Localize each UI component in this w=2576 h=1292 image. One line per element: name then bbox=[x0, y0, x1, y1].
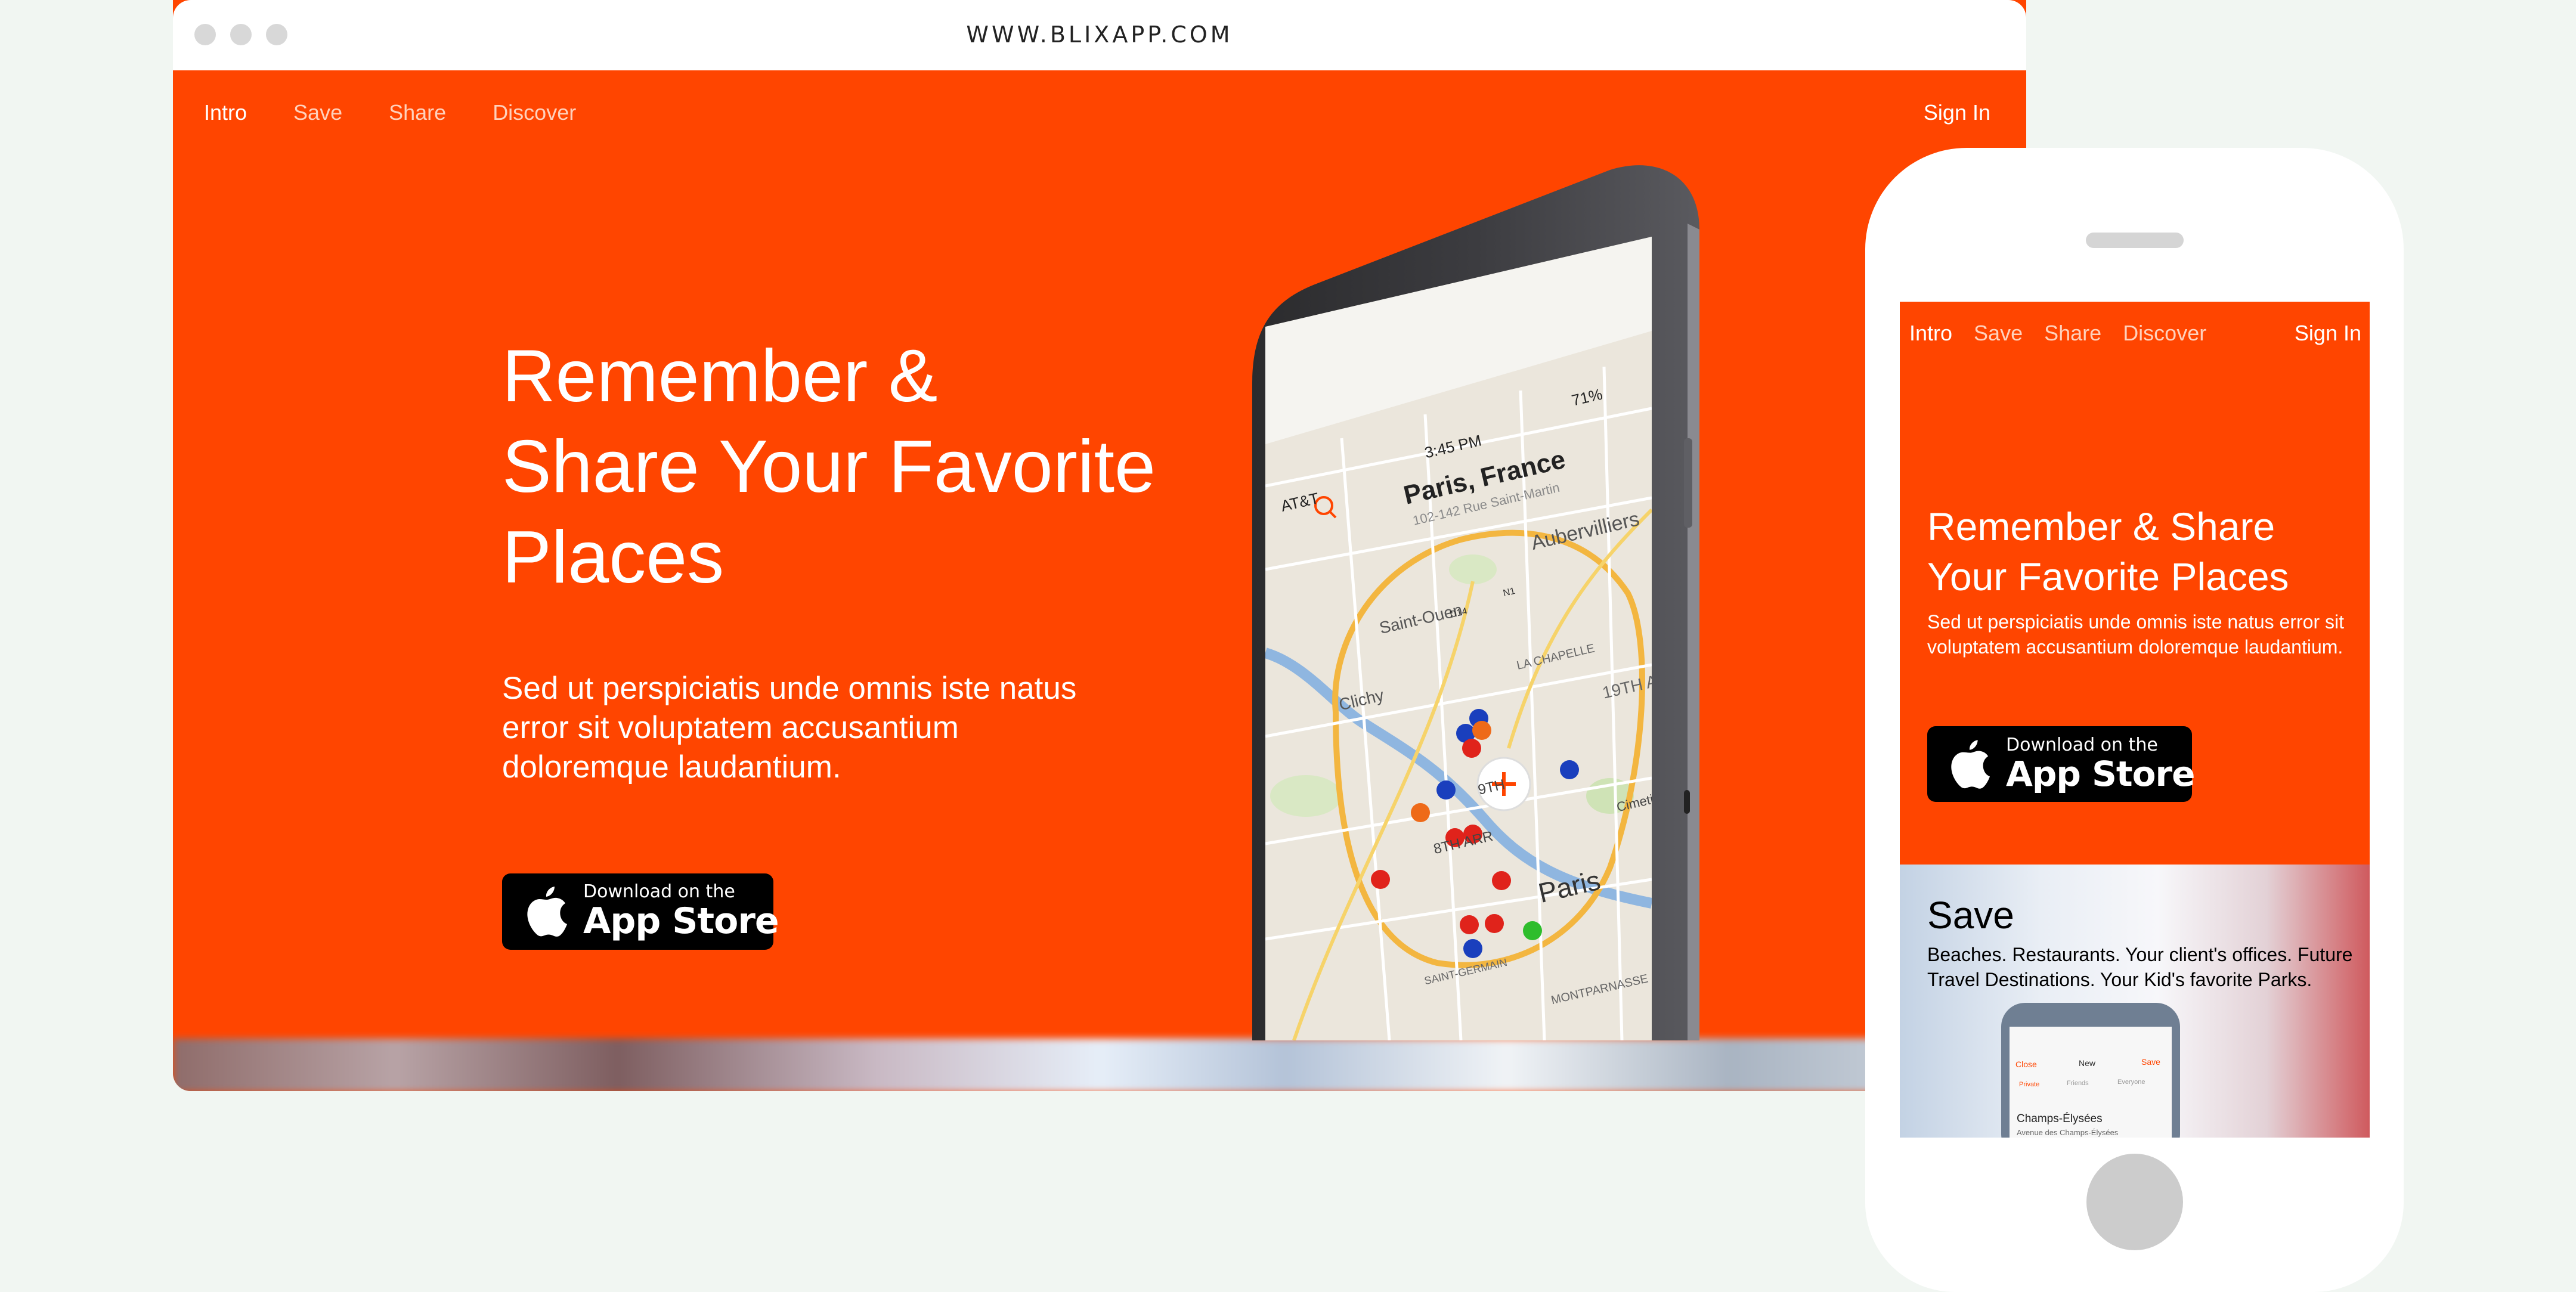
app-store-big-label: App Store bbox=[2006, 753, 2195, 794]
save-section-title: Save bbox=[1927, 894, 2014, 937]
desktop-nav: Intro Save Share Discover bbox=[204, 100, 576, 125]
mini-tab: Everyone bbox=[2117, 1079, 2145, 1086]
mobile-nav: Intro Save Share Discover bbox=[1909, 321, 2206, 346]
save-section-body: Beaches. Restaurants. Your client's offi… bbox=[1927, 944, 2353, 990]
mini-tab: Friends bbox=[2067, 1080, 2089, 1087]
apple-icon bbox=[527, 887, 567, 937]
app-store-button[interactable]: Download on the App Store bbox=[502, 873, 779, 950]
hero-phone-image: AT&T 3:45 PM 71% Paris, France 102-142 R… bbox=[1252, 165, 1699, 1040]
mini-new-label: New bbox=[2079, 1058, 2096, 1068]
phone-speaker bbox=[2086, 233, 2184, 248]
mobile-app-store-button[interactable]: Download on the App Store bbox=[1927, 726, 2195, 802]
home-button[interactable] bbox=[2086, 1154, 2183, 1250]
nav-item-save[interactable]: Save bbox=[293, 100, 342, 125]
mobile-sign-in-link[interactable]: Sign In bbox=[2295, 321, 2361, 346]
nav-item-discover[interactable]: Discover bbox=[493, 100, 576, 125]
hero-body-text: Sed ut perspiciatis unde omnis iste natu… bbox=[502, 671, 1077, 785]
app-store-small-label: Download on the bbox=[583, 881, 735, 902]
mini-place-subtitle: Avenue des Champs-Élysées bbox=[2017, 1128, 2119, 1137]
mini-save-label: Save bbox=[2141, 1057, 2160, 1067]
mini-place-title: Champs-Élysées bbox=[2017, 1113, 2103, 1125]
mobile-nav-item-discover[interactable]: Discover bbox=[2123, 321, 2206, 346]
app-store-big-label: App Store bbox=[583, 900, 779, 942]
save-section: Save Beaches. Restaurants. Your client's… bbox=[1900, 865, 2370, 1138]
nav-item-intro[interactable]: Intro bbox=[204, 100, 247, 125]
mobile-hero-title: Remember & Share Your Favorite Places bbox=[1927, 504, 2289, 599]
mini-close-label: Close bbox=[2015, 1059, 2037, 1069]
save-phone-image: Close New Save Private Friends Everyone … bbox=[2001, 1003, 2180, 1138]
mobile-phone-frame: Intro Save Share Discover Sign In Rememb… bbox=[1865, 148, 2404, 1292]
mobile-nav-item-save[interactable]: Save bbox=[1974, 321, 2023, 346]
mini-tab: Private bbox=[2019, 1081, 2039, 1088]
mobile-screen: Intro Save Share Discover Sign In Rememb… bbox=[1900, 302, 2370, 1138]
browser-title-bar: WWW.BLIXAPP.COM bbox=[173, 0, 2026, 70]
sign-in-link[interactable]: Sign In bbox=[1924, 100, 1990, 125]
nav-item-share[interactable]: Share bbox=[389, 100, 446, 125]
apple-icon bbox=[1951, 739, 1990, 789]
next-section-preview bbox=[173, 1039, 2026, 1091]
mobile-hero-body: Sed ut perspiciatis unde omnis iste natu… bbox=[1927, 611, 2344, 658]
address-bar-url[interactable]: WWW.BLIXAPP.COM bbox=[173, 21, 2026, 48]
app-store-small-label: Download on the bbox=[2006, 734, 2158, 755]
mobile-nav-item-intro[interactable]: Intro bbox=[1909, 321, 1952, 346]
mobile-nav-item-share[interactable]: Share bbox=[2044, 321, 2101, 346]
